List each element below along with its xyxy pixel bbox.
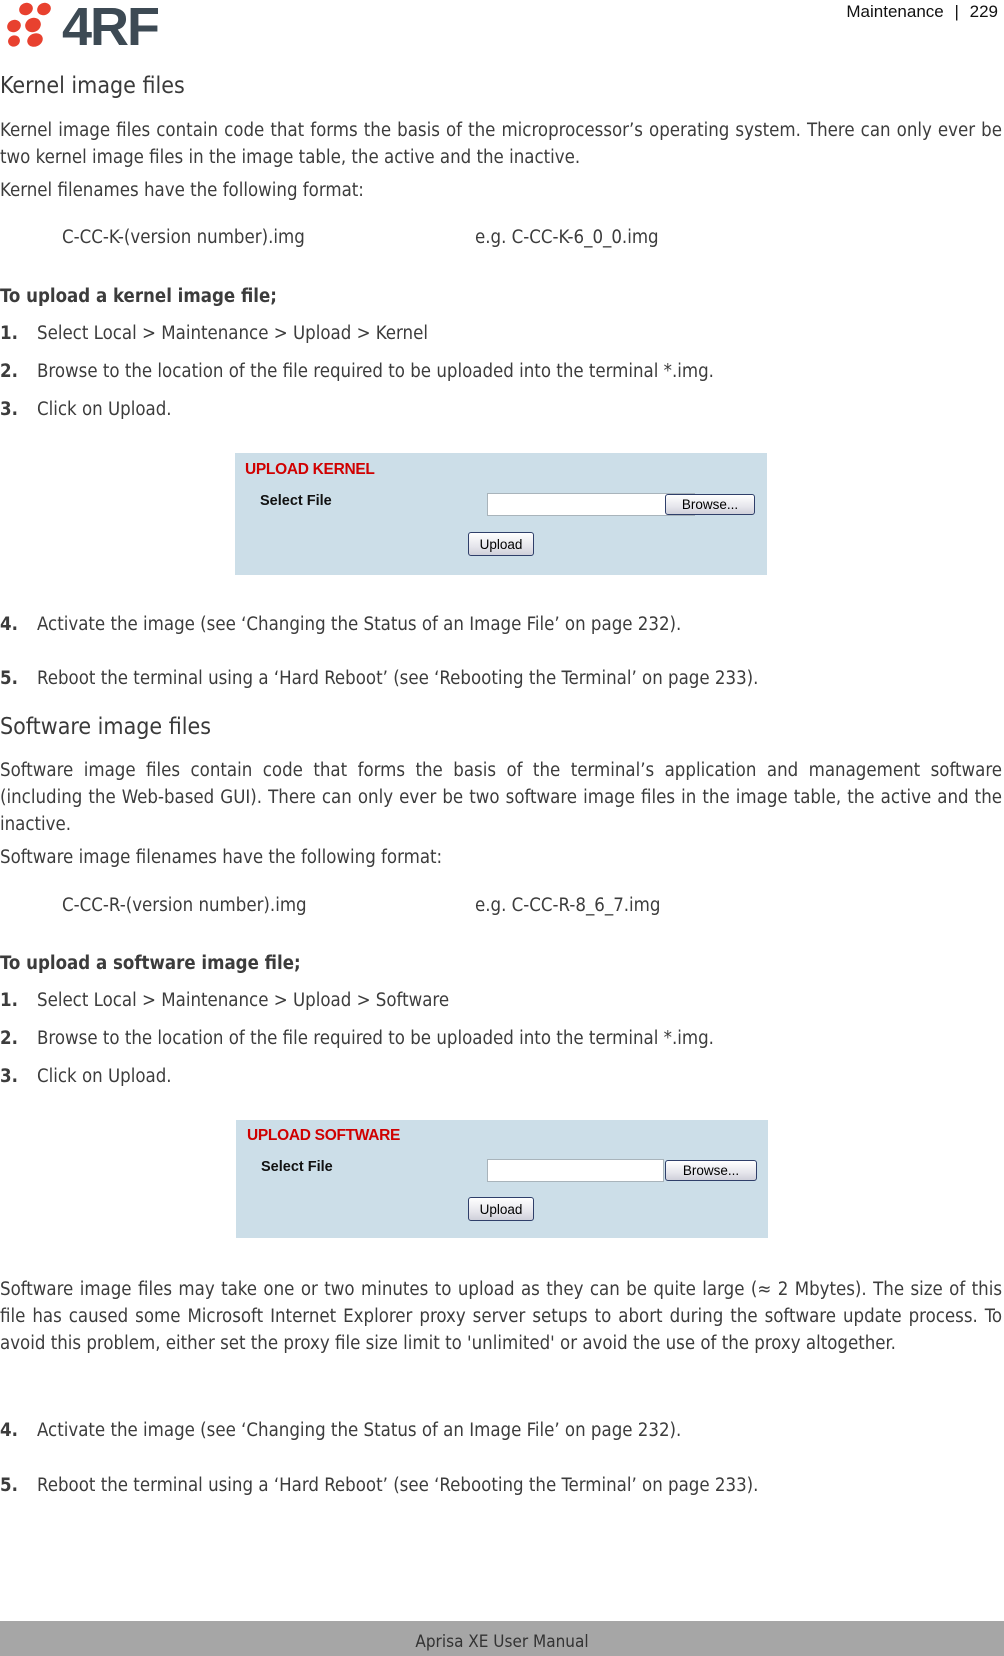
kernel-step: 2. Browse to the location of the file req… (0, 361, 714, 382)
software-heading: Software image files (0, 714, 212, 740)
kernel-format: C-CC-K-(version number).img (62, 227, 305, 248)
section-name: Maintenance (846, 2, 944, 21)
kernel-heading: Kernel image files (0, 73, 185, 99)
software-step: 3. Click on Upload. (0, 1066, 172, 1087)
select-file-label: Select File (261, 1159, 333, 1175)
software-size-note: Software image files may take one or two… (0, 1279, 1002, 1354)
software-file-input[interactable] (487, 1159, 664, 1182)
kernel-step: 4. Activate the image (see ‘Changing the … (0, 614, 682, 635)
software-intro: Software image files contain code that f… (0, 760, 1002, 835)
panel-title: UPLOAD KERNEL (245, 461, 375, 478)
page-number: 229 (969, 2, 998, 21)
software-format: C-CC-R-(version number).img (62, 895, 307, 916)
kernel-step: 5. Reboot the terminal using a ‘Hard Rebo… (0, 668, 759, 689)
kernel-step: 3. Click on Upload. (0, 399, 172, 420)
software-step: 4. Activate the image (see ‘Changing the … (0, 1420, 682, 1441)
browse-button[interactable]: Browse... (665, 494, 755, 515)
kernel-procedure-title: To upload a kernel image file; (0, 286, 277, 307)
software-format-intro: Software image filenames have the follow… (0, 847, 443, 868)
panel-title: UPLOAD SOFTWARE (247, 1127, 401, 1144)
kernel-intro: Kernel image files contain code that for… (0, 120, 1002, 168)
browse-button[interactable]: Browse... (665, 1160, 757, 1181)
upload-software-panel: UPLOAD SOFTWARE Select File Browse... Up… (236, 1120, 768, 1238)
software-step: 5. Reboot the terminal using a ‘Hard Rebo… (0, 1475, 759, 1496)
header-separator: | (954, 2, 959, 21)
kernel-file-input[interactable] (487, 493, 695, 516)
upload-button[interactable]: Upload (468, 1197, 534, 1221)
software-step: 2. Browse to the location of the file req… (0, 1028, 714, 1049)
4rf-logo-icon: 4RF (7, 0, 161, 57)
footer-title: Aprisa XE User Manual (415, 1632, 589, 1652)
kernel-example: e.g. C-CC-K-6_0_0.img (475, 227, 659, 248)
software-step: 1. Select Local > Maintenance > Upload > … (0, 990, 450, 1011)
upload-button[interactable]: Upload (468, 532, 534, 556)
kernel-step: 1. Select Local > Maintenance > Upload > … (0, 323, 428, 344)
brand-name: 4RF (62, 0, 159, 50)
upload-kernel-panel: UPLOAD KERNEL Select File Browse... Uplo… (235, 453, 767, 575)
kernel-format-intro: Kernel filenames have the following form… (0, 180, 364, 201)
page-header: Maintenance | 229 (846, 2, 998, 22)
software-procedure-title: To upload a software image file; (0, 953, 301, 974)
software-example: e.g. C-CC-R-8_6_7.img (475, 895, 661, 916)
page-footer: Aprisa XE User Manual (0, 1621, 1004, 1656)
brand-logo: 4RF (4, 0, 184, 57)
select-file-label: Select File (260, 493, 332, 509)
